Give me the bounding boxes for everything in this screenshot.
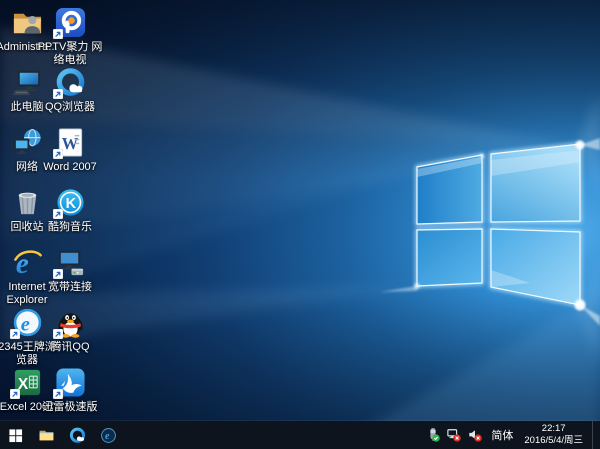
svg-text:K: K xyxy=(65,196,76,212)
taskbar-clock[interactable]: 22:17 2016/5/4/周三 xyxy=(522,423,585,448)
label-line: 宽带连接 xyxy=(28,281,112,294)
system-tray: 简体 22:17 2016/5/4/周三 xyxy=(426,421,600,449)
tray-icon-group xyxy=(426,428,482,442)
windows-start-icon xyxy=(8,428,23,443)
shortcut-arrow-icon xyxy=(53,329,63,339)
shortcut-arrow-icon xyxy=(10,329,20,339)
e-browser-icon: e xyxy=(100,427,117,444)
safely-remove-hardware-tray-icon[interactable] xyxy=(426,428,440,442)
desktop-icon-label: 酷狗音乐 xyxy=(28,221,112,234)
kugou-icon: K xyxy=(55,187,86,218)
start-button[interactable] xyxy=(0,421,31,449)
volume-tray-icon[interactable] xyxy=(468,428,482,442)
word-icon: W xyxy=(55,127,86,158)
taskbar-button-qq-browser[interactable] xyxy=(62,421,93,449)
label-line: 络电视 xyxy=(28,54,112,67)
desktop-icon-word-2007[interactable]: W Word 2007 xyxy=(28,127,112,174)
folder-icon xyxy=(38,427,55,444)
desktop-icon-broadband-connection[interactable]: 宽带连接 xyxy=(28,247,112,294)
clock-date: 2016/5/4/周三 xyxy=(524,435,583,447)
desktop-icon-area: Administra...PPTV聚力 网络电视此电脑QQ浏览器网络WWord … xyxy=(0,0,600,421)
svg-text:e: e xyxy=(105,431,110,442)
shortcut-arrow-icon xyxy=(53,89,63,99)
show-desktop-button[interactable] xyxy=(592,421,597,449)
desktop-icon-kugou-music[interactable]: K 酷狗音乐 xyxy=(28,187,112,234)
shortcut-arrow-icon xyxy=(10,389,20,399)
label-line: 腾讯QQ xyxy=(28,341,112,354)
desktop-icon-pptv[interactable]: PPTV聚力 网络电视 xyxy=(28,7,112,67)
clock-time: 22:17 xyxy=(524,423,583,435)
pptv-icon xyxy=(55,7,86,38)
shortcut-arrow-icon xyxy=(53,149,63,159)
qq-browser-icon xyxy=(69,427,86,444)
taskbar-buttons: e xyxy=(0,421,124,449)
windows-desktop-screen: Administra...PPTV聚力 网络电视此电脑QQ浏览器网络WWord … xyxy=(0,0,600,449)
desktop-icon-label: 腾讯QQ xyxy=(28,341,112,354)
label-line: Explorer xyxy=(0,294,69,307)
qq-browser-icon xyxy=(55,67,86,98)
shortcut-arrow-icon xyxy=(53,389,63,399)
label-line: 览器 xyxy=(0,354,69,367)
desktop-icon-label: PPTV聚力 网络电视 xyxy=(28,41,112,67)
shortcut-arrow-icon xyxy=(53,29,63,39)
label-line: QQ浏览器 xyxy=(28,101,112,114)
taskbar: e 简体 22:17 2016/5/4/周三 xyxy=(0,421,600,449)
label-line: Word 2007 xyxy=(28,161,112,174)
broadband-icon xyxy=(55,247,86,278)
label-line: 迅雷极速版 xyxy=(28,401,112,414)
desktop-icon-thunder-speed[interactable]: 迅雷极速版 xyxy=(28,367,112,414)
label-line: 酷狗音乐 xyxy=(28,221,112,234)
desktop-icon-label: 宽带连接 xyxy=(28,281,112,294)
desktop-icon-label: 迅雷极速版 xyxy=(28,401,112,414)
ime-indicator[interactable]: 简体 xyxy=(489,427,515,443)
taskbar-button-file-explorer[interactable] xyxy=(31,421,62,449)
desktop-icon-label: Word 2007 xyxy=(28,161,112,174)
label-line: PPTV聚力 网 xyxy=(28,41,112,54)
network-status-tray-icon[interactable] xyxy=(447,428,461,442)
desktop-icon-tencent-qq[interactable]: 腾讯QQ xyxy=(28,307,112,354)
taskbar-button-2345-browser[interactable]: e xyxy=(93,421,124,449)
desktop-icon-label: QQ浏览器 xyxy=(28,101,112,114)
qq-penguin-icon xyxy=(55,307,86,338)
shortcut-arrow-icon xyxy=(53,209,63,219)
desktop-icon-qq-browser[interactable]: QQ浏览器 xyxy=(28,67,112,114)
thunder-icon xyxy=(55,367,86,398)
shortcut-arrow-icon xyxy=(53,269,63,279)
